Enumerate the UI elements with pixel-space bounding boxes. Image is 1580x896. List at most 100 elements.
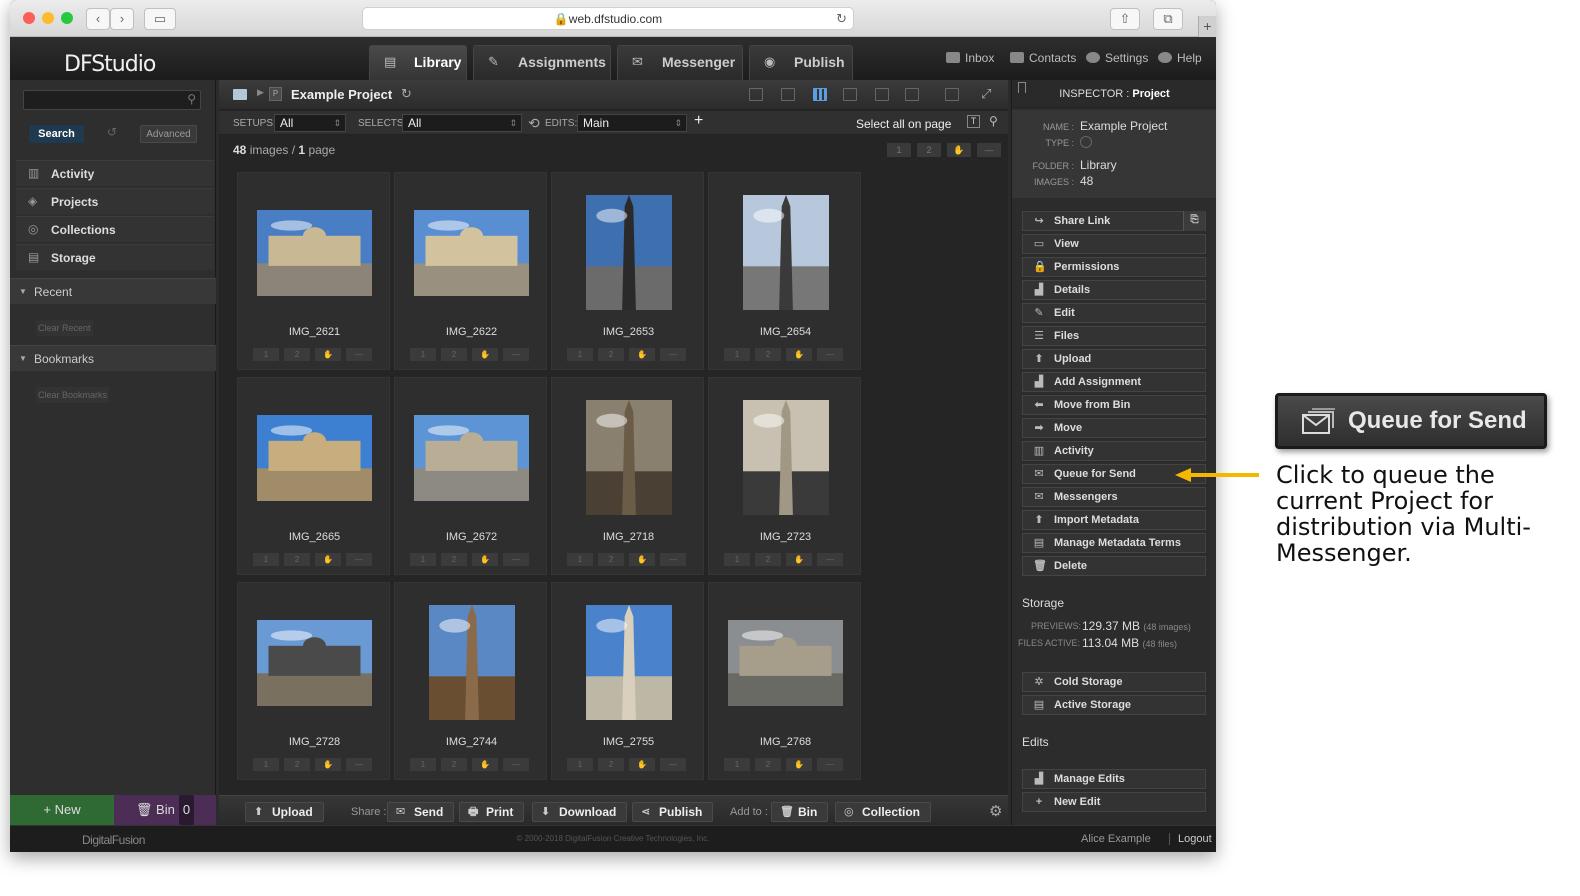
photo-thumbnail[interactable]: [257, 620, 372, 706]
tab-library[interactable]: ▤ Library: [369, 45, 467, 80]
clear-rating-button[interactable]: —: [817, 553, 843, 566]
address-bar[interactable]: 🔒web.dfstudio.com ↻: [362, 7, 854, 30]
search-button[interactable]: Search: [29, 125, 84, 143]
reject-button[interactable]: ✋: [629, 553, 655, 566]
move-from-bin-button[interactable]: ⬅ Move from Bin: [1022, 395, 1206, 415]
photo-thumbnail[interactable]: [429, 605, 515, 720]
add-assignment-button[interactable]: ▟ Add Assignment: [1022, 372, 1206, 392]
rate-1-button[interactable]: 1: [253, 348, 279, 361]
image-thumbnail-cell[interactable]: IMG_2665 1 2 ✋ —: [237, 377, 390, 575]
files-button[interactable]: ☰ Files: [1022, 326, 1206, 346]
image-thumbnail-cell[interactable]: IMG_2672 1 2 ✋ —: [394, 377, 547, 575]
selects-select[interactable]: All ⇕: [402, 114, 522, 132]
clear-rating-button[interactable]: —: [346, 348, 372, 361]
back-button[interactable]: ‹: [86, 8, 110, 30]
rate-2-button[interactable]: 2: [755, 553, 781, 566]
rate-2-button[interactable]: 2: [755, 348, 781, 361]
clear-rating-button[interactable]: —: [503, 758, 529, 771]
clear-recent-button[interactable]: Clear Recent: [36, 320, 93, 336]
image-thumbnail-cell[interactable]: IMG_2654 1 2 ✋ —: [708, 172, 861, 370]
select-all-link[interactable]: Select all on page: [856, 117, 951, 131]
image-thumbnail-cell[interactable]: IMG_2728 1 2 ✋ —: [237, 582, 390, 780]
download-button[interactable]: ⬇ Download: [532, 802, 628, 822]
rate-2-button[interactable]: 2: [284, 348, 310, 361]
loupe-view-icon[interactable]: [945, 88, 959, 101]
search-input[interactable]: ⚲: [23, 90, 201, 110]
edits-select[interactable]: Main ⇕: [577, 114, 687, 132]
rate-2-button[interactable]: 2: [598, 758, 624, 771]
zoom-window-button[interactable]: [61, 12, 73, 24]
share-button[interactable]: ⇧: [1110, 8, 1140, 30]
rate-2-button[interactable]: 2: [284, 553, 310, 566]
setups-select[interactable]: All ⇕: [274, 114, 346, 132]
image-thumbnail-cell[interactable]: IMG_2755 1 2 ✋ —: [551, 582, 704, 780]
upload-button[interactable]: ⬆ Upload: [245, 802, 324, 822]
print-button[interactable]: 🖶 Print: [459, 802, 525, 822]
photo-thumbnail[interactable]: [257, 210, 372, 296]
settings-link[interactable]: Settings: [1086, 51, 1148, 65]
filter-rating-1-button[interactable]: 1: [887, 143, 911, 157]
advanced-search-button[interactable]: Advanced: [140, 125, 197, 143]
reject-button[interactable]: ✋: [629, 348, 655, 361]
add-to-bin-button[interactable]: 🗑 Bin: [771, 802, 829, 822]
details-button[interactable]: ▟ Details: [1022, 280, 1206, 300]
view-button[interactable]: ▭ View: [1022, 234, 1206, 254]
manage-edits-button[interactable]: ▟ Manage Edits: [1022, 769, 1206, 789]
clear-rating-button[interactable]: —: [817, 758, 843, 771]
photo-thumbnail[interactable]: [743, 195, 829, 310]
reject-button[interactable]: ✋: [786, 348, 812, 361]
reject-button[interactable]: ✋: [315, 553, 341, 566]
rate-2-button[interactable]: 2: [441, 348, 467, 361]
send-button[interactable]: ✉ Send: [387, 802, 455, 822]
new-tab-button[interactable]: +: [1198, 16, 1216, 37]
rate-2-button[interactable]: 2: [598, 553, 624, 566]
photo-thumbnail[interactable]: [414, 415, 529, 501]
photo-thumbnail[interactable]: [728, 620, 843, 706]
rate-1-button[interactable]: 1: [567, 553, 593, 566]
messengers-button[interactable]: ✉ Messengers: [1022, 487, 1206, 507]
tabs-button[interactable]: ⧉: [1153, 8, 1183, 30]
help-link[interactable]: Help: [1158, 51, 1202, 65]
sync-icon[interactable]: ⟲: [528, 115, 540, 132]
tab-assignments[interactable]: ✎ Assignments: [473, 45, 611, 80]
clear-rating-button[interactable]: —: [817, 348, 843, 361]
clear-rating-button[interactable]: —: [660, 758, 686, 771]
photo-thumbnail[interactable]: [586, 605, 672, 720]
clear-rating-button[interactable]: —: [660, 553, 686, 566]
minimize-window-button[interactable]: [42, 12, 54, 24]
rate-1-button[interactable]: 1: [724, 553, 750, 566]
image-thumbnail-cell[interactable]: IMG_2718 1 2 ✋ —: [551, 377, 704, 575]
clear-rating-button[interactable]: —: [346, 553, 372, 566]
reload-icon[interactable]: ↻: [836, 8, 847, 30]
reject-button[interactable]: ✋: [472, 758, 498, 771]
manage-metadata-terms-button[interactable]: ▤ Manage Metadata Terms: [1022, 533, 1206, 553]
edit-button[interactable]: ✎ Edit: [1022, 303, 1206, 323]
reject-button[interactable]: ✋: [629, 758, 655, 771]
reject-button[interactable]: ✋: [786, 553, 812, 566]
reject-button[interactable]: ✋: [472, 348, 498, 361]
rate-1-button[interactable]: 1: [410, 758, 436, 771]
photo-thumbnail[interactable]: [586, 400, 672, 515]
logout-link[interactable]: Logout: [1169, 833, 1212, 845]
bin-button[interactable]: 🗑 Bin 0: [114, 795, 216, 825]
clear-bookmarks-button[interactable]: Clear Bookmarks: [36, 387, 110, 403]
clear-rating-button[interactable]: —: [503, 348, 529, 361]
rate-1-button[interactable]: 1: [253, 553, 279, 566]
reset-search-icon[interactable]: ↺: [107, 125, 117, 139]
delete-button[interactable]: 🗑 Delete: [1022, 556, 1206, 576]
search-icon[interactable]: ⚲: [989, 114, 998, 128]
add-edit-button[interactable]: +: [694, 112, 703, 130]
tab-messenger[interactable]: ✉ Messenger: [617, 45, 743, 80]
new-edit-button[interactable]: + New Edit: [1022, 792, 1206, 812]
cold-storage-button[interactable]: ✲ Cold Storage: [1022, 672, 1206, 692]
clear-rating-button[interactable]: —: [660, 348, 686, 361]
image-thumbnail-cell[interactable]: IMG_2621 1 2 ✋ —: [237, 172, 390, 370]
rate-1-button[interactable]: 1: [410, 348, 436, 361]
sidebar-item-activity[interactable]: ▥ Activity: [16, 160, 214, 186]
inbox-link[interactable]: Inbox: [946, 51, 994, 65]
filter-reject-button[interactable]: ✋: [947, 143, 971, 157]
rate-1-button[interactable]: 1: [567, 758, 593, 771]
sidebar-item-projects[interactable]: ◈ Projects: [16, 188, 214, 214]
bookmarks-section-header[interactable]: ▼ Bookmarks: [10, 345, 216, 371]
image-thumbnail-cell[interactable]: IMG_2723 1 2 ✋ —: [708, 377, 861, 575]
